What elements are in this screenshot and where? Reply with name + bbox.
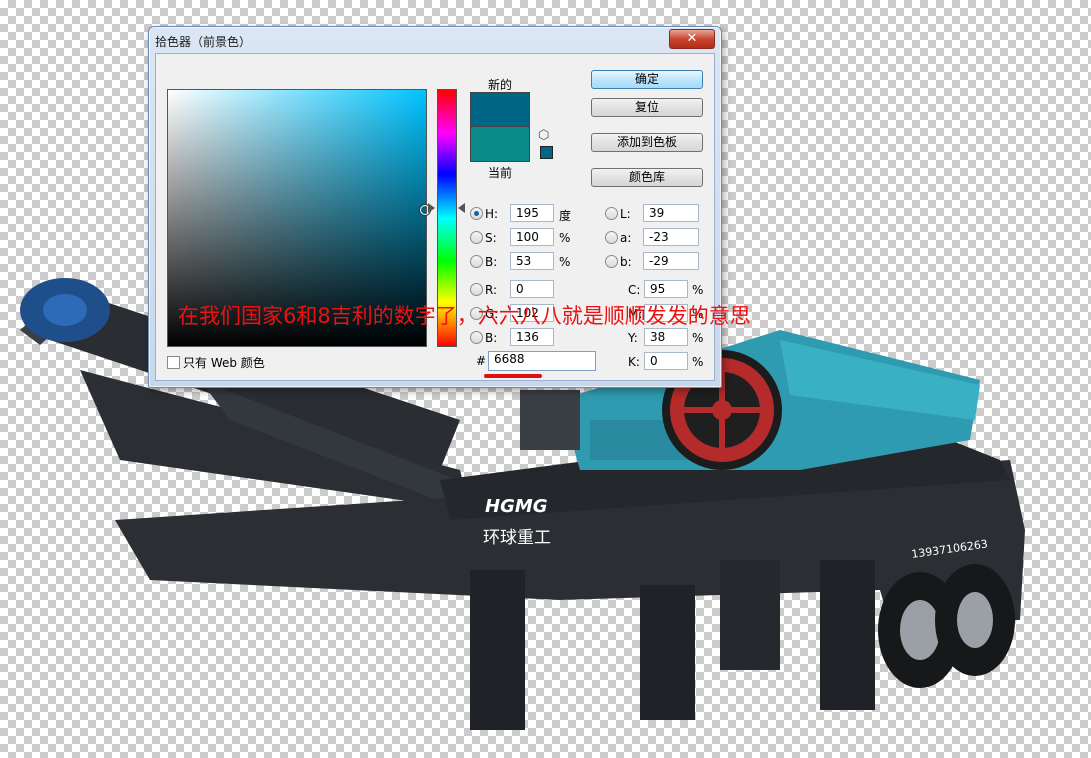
- h-input[interactable]: 195: [510, 204, 554, 222]
- y-unit: %: [692, 331, 704, 345]
- s-label: S:: [485, 231, 497, 245]
- dialog-client: 新的 当前 ⬡ 确定 复位 添加到色板 颜色库 H: 195 度 S: 100 …: [155, 53, 715, 381]
- hex-input[interactable]: 6688: [488, 351, 596, 371]
- reset-button[interactable]: 复位: [591, 98, 703, 117]
- a-label: a:: [620, 231, 632, 245]
- c-input[interactable]: 95: [644, 280, 688, 298]
- lab-b-radio[interactable]: [605, 255, 618, 268]
- annotation-text: 在我们国家6和8吉利的数字了，六六八八就是顺顺发发的意思: [178, 304, 751, 328]
- a-radio[interactable]: [605, 231, 618, 244]
- a-input[interactable]: -23: [643, 228, 699, 246]
- k-input[interactable]: 0: [644, 352, 688, 370]
- k-unit: %: [692, 355, 704, 369]
- r-radio[interactable]: [470, 283, 483, 296]
- new-color-swatch: [470, 92, 530, 127]
- ok-button[interactable]: 确定: [591, 70, 703, 89]
- l-input[interactable]: 39: [643, 204, 699, 222]
- window-title: 拾色器（前景色）: [155, 35, 252, 49]
- s-unit: %: [559, 231, 571, 245]
- hue-slider-left-arrow[interactable]: [428, 203, 435, 213]
- hex-underline-mark: [484, 374, 542, 378]
- lab-b-label: b:: [620, 255, 632, 269]
- new-color-label: 新的: [488, 78, 513, 92]
- current-color-label: 当前: [488, 166, 513, 180]
- rgb-b-label: B:: [485, 331, 498, 345]
- h-radio[interactable]: [470, 207, 483, 220]
- color-picker-dialog: 拾色器（前景色） ✕ 新的 当前 ⬡ 确定 复位 添加到色板 颜色库 H: 19…: [148, 26, 722, 388]
- rgb-b-radio[interactable]: [470, 331, 483, 344]
- machine-brand: 环球重工: [483, 528, 551, 548]
- h-label: H:: [485, 207, 499, 221]
- b-radio[interactable]: [470, 255, 483, 268]
- l-radio[interactable]: [605, 207, 618, 220]
- web-safe-swatch[interactable]: [540, 146, 553, 159]
- r-input[interactable]: 0: [510, 280, 554, 298]
- color-libraries-button[interactable]: 颜色库: [591, 168, 703, 187]
- close-button[interactable]: ✕: [669, 29, 715, 49]
- web-only-checkbox-row[interactable]: 只有 Web 颜色: [167, 354, 265, 371]
- machine-logo: HGMG: [485, 496, 548, 517]
- b-unit: %: [559, 255, 571, 269]
- c-unit: %: [692, 283, 704, 297]
- title-bar[interactable]: 拾色器（前景色） ✕: [149, 27, 721, 53]
- h-unit: 度: [559, 209, 572, 223]
- web-only-label: 只有 Web 颜色: [183, 356, 265, 370]
- lab-b-input[interactable]: -29: [643, 252, 699, 270]
- k-label: K:: [628, 355, 640, 369]
- l-label: L:: [620, 207, 631, 221]
- y-label: Y:: [628, 331, 638, 345]
- b-input[interactable]: 53: [510, 252, 554, 270]
- hue-slider-right-arrow[interactable]: [458, 203, 465, 213]
- current-color-swatch[interactable]: [470, 126, 530, 162]
- s-radio[interactable]: [470, 231, 483, 244]
- b-label: B:: [485, 255, 498, 269]
- c-label: C:: [628, 283, 641, 297]
- s-input[interactable]: 100: [510, 228, 554, 246]
- y-input[interactable]: 38: [644, 328, 688, 346]
- add-to-swatches-button[interactable]: 添加到色板: [591, 133, 703, 152]
- web-only-checkbox[interactable]: [167, 356, 180, 369]
- r-label: R:: [485, 283, 498, 297]
- web-safe-cube-icon[interactable]: ⬡: [538, 128, 549, 143]
- rgb-b-input[interactable]: 136: [510, 328, 554, 346]
- hex-label: #: [476, 354, 487, 368]
